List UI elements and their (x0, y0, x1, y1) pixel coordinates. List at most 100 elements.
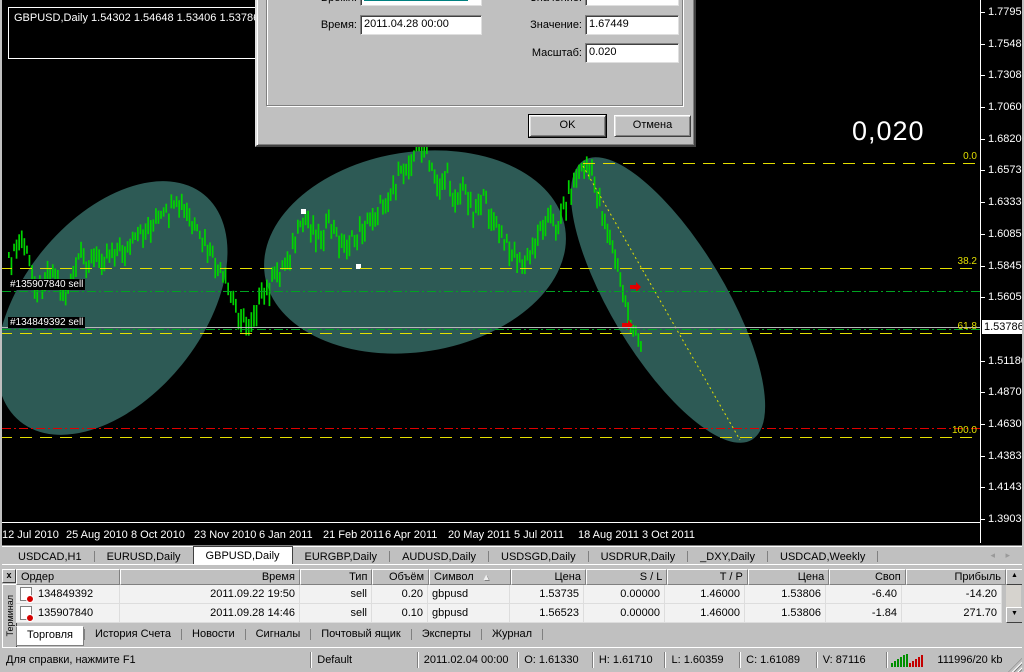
ellipse-object[interactable] (535, 131, 801, 469)
column-header-3[interactable]: Тип (300, 569, 373, 585)
terminal-tab-2[interactable]: История Счета (85, 626, 181, 643)
column-header-5[interactable]: Символ▲ (429, 569, 511, 585)
date-tick-label: 5 Jul 2011 (514, 529, 564, 541)
cancel-button[interactable]: Отмена (614, 115, 691, 137)
fib-level-line[interactable] (0, 268, 978, 269)
terminal-tab-5[interactable]: Почтовый ящик (311, 626, 410, 643)
terminal-tab-4[interactable]: Сигналы (246, 626, 311, 643)
terminal-tab-7[interactable]: Журнал (482, 626, 542, 643)
order-open-line[interactable] (2, 291, 980, 292)
price-tick-mark (981, 361, 985, 362)
close-icon[interactable]: x (2, 569, 16, 583)
status-profile[interactable]: Default (311, 652, 416, 668)
chart-tab-usdsgd-daily[interactable]: USDSGD,Daily (489, 549, 588, 565)
column-header-10[interactable]: Своп (829, 569, 905, 585)
current-price-label: 1.53786 (982, 320, 1024, 334)
terminal-tab-6[interactable]: Эксперты (412, 626, 481, 643)
terminal-tab-1[interactable]: Торговля (16, 626, 84, 646)
date-tick-label: 23 Nov 2010 (194, 529, 256, 541)
cell-value: -1.84 (872, 604, 897, 622)
column-header-8[interactable]: T / P (667, 569, 747, 585)
price-tick-label: 1.63330 (988, 196, 1024, 208)
cell-value: 0.20 (402, 585, 423, 603)
chart-tab-usdrur-daily[interactable]: USDRUR,Daily (589, 549, 688, 565)
table-scrollbar[interactable]: ▲ ▼ (1006, 569, 1021, 623)
chart-tab-usdcad-weekly[interactable]: USDCAD,Weekly (768, 549, 877, 565)
time-field-row0[interactable] (360, 0, 482, 6)
scroll-up-icon[interactable]: ▲ (1006, 569, 1023, 585)
fib-level-label: 100.0 (952, 425, 977, 436)
value-label-row0: Значение: (527, 0, 582, 5)
current-price-line (2, 327, 980, 328)
status-ohlcv-5: V: 87116 (817, 652, 887, 668)
cell-value: 134849392 (38, 585, 93, 603)
price-tick-label: 1.39030 (988, 513, 1024, 525)
object-anchor[interactable] (301, 209, 306, 214)
scroll-down-icon[interactable]: ▼ (1006, 607, 1023, 623)
terminal-panel: x Терминал ОрдерВремяТипОбъёмСимвол▲Цена… (0, 564, 1024, 648)
order-cell-9: 1.53806 (745, 604, 826, 623)
cell-value: gbpusd (432, 585, 468, 603)
column-header-9[interactable]: Цена (748, 569, 829, 585)
terminal-tab-bar: ТорговляИстория СчетаНовостиСигналыПочто… (16, 626, 543, 646)
column-header-6[interactable]: Цена (511, 569, 585, 585)
date-tick-label: 12 Jul 2010 (2, 529, 59, 541)
price-tick-label: 1.58455 (988, 260, 1024, 272)
chart-tab-bar: USDCAD,H1EURUSD,DailyGBPUSD,DailyEURGBP,… (0, 545, 1024, 565)
scale-label: Масштаб: (527, 47, 582, 60)
window-frame-left (0, 0, 2, 671)
terminal-tab-3[interactable]: Новости (182, 626, 245, 643)
chart-tab-eurgbp-daily[interactable]: EURGBP,Daily (293, 549, 390, 565)
order-cell-3: sell (300, 585, 372, 604)
value-field-row0[interactable] (585, 0, 679, 6)
price-tick-label: 1.51180 (988, 355, 1024, 367)
chart-tab-audusd-daily[interactable]: AUDUSD,Daily (390, 549, 488, 565)
tab-scroll-arrows[interactable]: ◂ ▸ (990, 550, 1014, 561)
price-tick-mark (981, 456, 985, 457)
chart-tab-gbpusd-daily[interactable]: GBPUSD,Daily (193, 546, 293, 565)
cell-value: 1.53735 (539, 585, 579, 603)
time-field[interactable]: 2011.04.28 00:00 (360, 15, 482, 35)
terminal-side-tab[interactable]: Терминал (2, 584, 17, 648)
cell-value: 0.10 (402, 604, 423, 622)
fib-level-line[interactable] (0, 333, 978, 334)
price-tick-mark (981, 519, 985, 520)
cell-value: 1.53806 (781, 604, 821, 622)
order-cell-8: 1.46000 (665, 585, 745, 604)
orders-table: ОрдерВремяТипОбъёмСимвол▲ЦенаS / LT / PЦ… (16, 569, 1006, 623)
date-tick-label: 8 Oct 2010 (131, 529, 185, 541)
column-header-4[interactable]: Объём (372, 569, 429, 585)
fib-level-line[interactable] (0, 437, 978, 438)
chart-tab-usdcad-h1[interactable]: USDCAD,H1 (6, 549, 94, 565)
take-profit-line[interactable] (2, 428, 980, 429)
order-open-line[interactable] (2, 329, 980, 330)
ok-button[interactable]: OK (529, 115, 606, 137)
ellipse-object[interactable] (249, 129, 581, 374)
order-cell-4: 0.10 (372, 604, 428, 623)
column-header-2[interactable]: Время (120, 569, 300, 585)
date-tick-label: 25 Aug 2010 (66, 529, 128, 541)
chart-tab-eurusd-daily[interactable]: EURUSD,Daily (95, 549, 193, 565)
column-header-11[interactable]: Прибыль (906, 569, 1006, 585)
order-row[interactable]: 134849392 2011.09.22 19:50 sell 0.20 gbpusd 1… (16, 585, 1006, 604)
cell-value: sell (350, 585, 367, 603)
price-tick-mark (981, 44, 985, 45)
fib-level-line[interactable] (583, 163, 978, 164)
status-ohlcv-4: C: 1.61089 (740, 652, 816, 668)
status-ohlcv-3: L: 1.60359 (665, 652, 739, 668)
sort-ascending-icon: ▲ (482, 572, 491, 582)
price-tick-label: 1.68205 (988, 133, 1024, 145)
column-header-1[interactable]: Ордер (16, 569, 120, 585)
chart-tab--dxy-daily[interactable]: _DXY,Daily (688, 549, 767, 565)
ellipse-objects[interactable] (0, 129, 801, 478)
terminal-side-tab-label: Терминал (5, 595, 15, 636)
price-tick-label: 1.41430 (988, 481, 1024, 493)
column-header-7[interactable]: S / L (586, 569, 667, 585)
order-cell-2: 2011.09.22 19:50 (120, 585, 300, 604)
cell-value: -14.20 (966, 585, 997, 603)
order-row[interactable]: 1359078402011.09.28 14:46sell0.10gbpusd1… (16, 604, 1006, 623)
scale-field[interactable]: 0.020 (585, 43, 679, 63)
date-axis: 12 Jul 2010 25 Aug 20108 Oct 2010 23 Nov 2… (2, 522, 980, 544)
value-field[interactable]: 1.67449 (585, 15, 679, 35)
date-tick-label: 18 Aug 2011 (578, 529, 639, 541)
